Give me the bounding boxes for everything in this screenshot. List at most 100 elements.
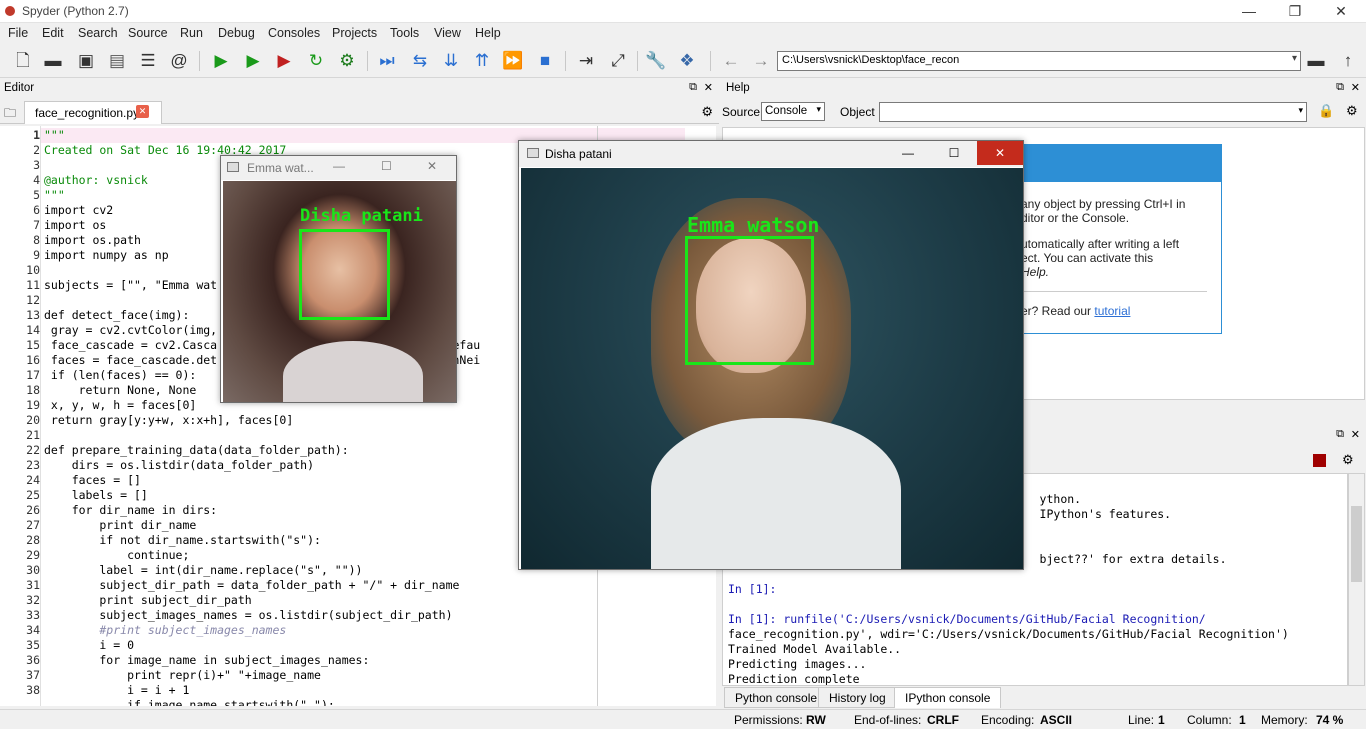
object-input[interactable]: ▾ — [879, 102, 1307, 122]
new-file-icon[interactable]: 🗋 — [12, 50, 34, 72]
tutorial-link[interactable]: tutorial — [1094, 304, 1130, 318]
debug-config-icon[interactable]: ⚙ — [336, 50, 358, 72]
open-folder-icon[interactable]: ▬ — [42, 50, 64, 72]
help-text-line: Help. — [1021, 265, 1050, 279]
code-text: if not dir_name.startswith("s"): — [44, 533, 321, 547]
tab-python-console[interactable]: Python console — [724, 687, 829, 708]
code-line: 37 print repr(i)+" "+image_name — [0, 668, 700, 683]
tab-close-icon[interactable]: ✕ — [136, 105, 149, 118]
help-options-icon[interactable]: ⚙ — [1346, 103, 1358, 119]
save-icon[interactable]: ▣ — [75, 50, 97, 72]
tab-ipython-console[interactable]: IPython console — [894, 687, 1002, 708]
maximize-pane-icon[interactable]: ⇥ — [575, 50, 597, 72]
lock-icon[interactable]: 🔒 — [1318, 103, 1334, 119]
save-all-icon[interactable]: ▤ — [106, 50, 128, 72]
maximize-button[interactable]: ❐ — [1272, 0, 1318, 23]
menu-debug[interactable]: Debug — [218, 26, 255, 40]
image-window-large[interactable]: Disha patani — ☐ ✕ Emma watson — [518, 140, 1024, 570]
large-window-title: Disha patani — [545, 147, 612, 161]
wrench-icon[interactable]: 🔧 — [645, 50, 667, 72]
close-pane-icon[interactable]: ✕ — [1351, 428, 1360, 441]
close-pane-icon[interactable]: ✕ — [704, 81, 713, 94]
console-line: Prediction complete — [728, 672, 860, 686]
stop-kernel-icon[interactable] — [1313, 454, 1326, 467]
debug-return-icon[interactable]: ⇈ — [471, 50, 493, 72]
line-number: 37 — [26, 668, 40, 682]
close-pane-icon[interactable]: ✕ — [1351, 81, 1360, 94]
minimize-button[interactable]: — — [1226, 0, 1272, 23]
help-text-line: utomatically after writing a left — [1021, 237, 1180, 251]
face-label-large: Emma watson — [687, 213, 820, 237]
maximize-icon[interactable]: ☐ — [381, 159, 392, 173]
console-scrollbar[interactable] — [1348, 473, 1365, 686]
forward-arrow-icon[interactable]: → — [750, 50, 772, 72]
help-text-line: ditor or the Console. — [1021, 211, 1130, 225]
maximize-icon[interactable]: ☐ — [931, 141, 977, 165]
run-cell-advance-icon[interactable]: ▶ — [273, 50, 295, 72]
fullscreen-icon[interactable]: ⤢ — [607, 50, 629, 72]
debug-step-icon[interactable]: ⏭ — [376, 50, 398, 72]
code-line: 36 for image_name in subject_images_name… — [0, 653, 700, 668]
line-number: 7 — [33, 218, 40, 232]
line-number: 29 — [26, 548, 40, 562]
code-text: #print subject_images_names — [44, 623, 287, 637]
run-cell-icon[interactable]: ▶ — [242, 50, 264, 72]
source-select[interactable]: Console ▾ — [761, 102, 825, 121]
browse-folder-icon[interactable]: ▬ — [1305, 50, 1327, 72]
source-select-value: Console — [765, 105, 808, 117]
undock-icon[interactable]: ⧉ — [1336, 81, 1344, 94]
debug-into-icon[interactable]: ⇊ — [440, 50, 462, 72]
menu-edit[interactable]: Edit — [42, 26, 64, 40]
image-window-small[interactable]: Emma wat... — ☐ ✕ Disha patani — [220, 155, 457, 403]
debug-stop-icon[interactable]: ■ — [534, 50, 556, 72]
close-icon[interactable]: ✕ — [977, 141, 1023, 165]
line-number: 30 — [26, 563, 40, 577]
parent-dir-icon[interactable]: ↑ — [1337, 50, 1359, 72]
undock-icon[interactable]: ⧉ — [1336, 428, 1344, 441]
code-text: """ — [44, 128, 65, 142]
line-number: 36 — [26, 653, 40, 667]
close-icon[interactable]: ✕ — [427, 159, 437, 173]
debug-continue-icon[interactable]: ⏩ — [502, 50, 524, 72]
code-text: return gray[y:y+w, x:x+h], faces[0] — [44, 413, 294, 427]
menu-tools[interactable]: Tools — [390, 26, 419, 40]
rerun-icon[interactable]: ↻ — [305, 50, 327, 72]
code-line: 34 #print subject_images_names — [0, 623, 700, 638]
menu-consoles[interactable]: Consoles — [268, 26, 320, 40]
tab-history-log[interactable]: History log — [818, 687, 897, 708]
line-number: 2 — [33, 143, 40, 157]
console-options-icon[interactable]: ⚙ — [1342, 452, 1354, 468]
back-arrow-icon[interactable]: ← — [720, 50, 742, 72]
menu-search[interactable]: Search — [78, 26, 118, 40]
minimize-icon[interactable]: — — [333, 159, 345, 173]
code-text: i = i + 1 — [44, 683, 190, 697]
minimize-icon[interactable]: — — [885, 141, 931, 165]
code-text: @author: vsnick — [44, 173, 148, 187]
menu-view[interactable]: View — [434, 26, 461, 40]
menu-projects[interactable]: Projects — [332, 26, 377, 40]
run-icon[interactable]: ▶ — [210, 50, 232, 72]
editor-options-icon[interactable]: ⚙ — [701, 104, 713, 120]
working-directory-combobox[interactable]: C:\Users\vsnick\Desktop\face_recon ▾ — [777, 51, 1301, 71]
outline-icon[interactable]: ☰ — [137, 50, 159, 72]
code-text: if image_name.startswith("."): — [44, 698, 335, 706]
code-text: for image_name in subject_images_names: — [44, 653, 370, 667]
menu-help[interactable]: Help — [475, 26, 501, 40]
line-number: 20 — [26, 413, 40, 427]
menu-source[interactable]: Source — [128, 26, 168, 40]
menu-file[interactable]: File — [8, 26, 28, 40]
python-path-icon[interactable]: ❖ — [676, 50, 698, 72]
help-text-line: any object by pressing Ctrl+I in — [1021, 197, 1186, 211]
photo-shirt — [651, 418, 901, 569]
line-number: 1 — [33, 128, 40, 142]
large-window-titlebar[interactable]: Disha patani — ☐ ✕ — [519, 141, 1023, 167]
code-line: 35 i = 0 — [0, 638, 700, 653]
menu-run[interactable]: Run — [180, 26, 203, 40]
close-button[interactable]: ✕ — [1318, 0, 1364, 23]
debug-next-icon[interactable]: ⇆ — [409, 50, 431, 72]
at-icon[interactable]: @ — [168, 50, 190, 72]
undock-icon[interactable]: ⧉ — [689, 81, 697, 94]
code-text: x, y, w, h = faces[0] — [44, 398, 197, 412]
small-window-titlebar[interactable]: Emma wat... — ☐ ✕ — [221, 156, 456, 180]
browse-tabs-icon[interactable]: 🗀 — [4, 104, 16, 125]
